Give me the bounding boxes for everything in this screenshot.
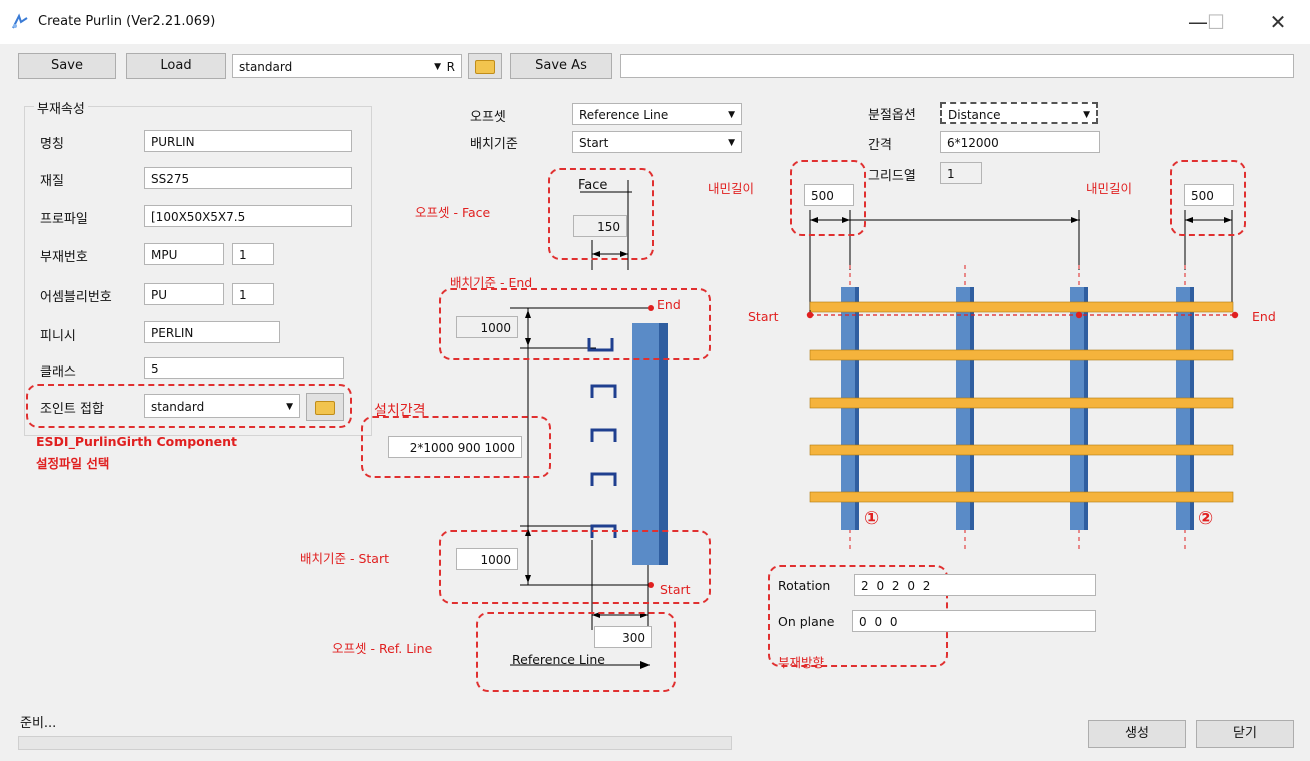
close-icon: ✕ (1269, 10, 1287, 34)
inner-left-field[interactable]: 500 (804, 184, 854, 206)
maximize-icon: ☐ (1207, 10, 1225, 34)
interval-label: 간격 (868, 138, 892, 153)
rotation-field[interactable]: 2 0 2 0 2 (854, 574, 1096, 596)
basis-value: Start (579, 136, 609, 150)
offset-label: 오프셋 (470, 110, 506, 125)
chevron-down-icon: ▼ (434, 62, 441, 72)
spacing-field[interactable]: 2*1000 900 1000 (388, 436, 522, 458)
basis-start-annotation: 배치기준 - Start (300, 551, 389, 566)
rotation-label: Rotation (778, 578, 831, 593)
close-window-button[interactable]: ✕ (1255, 6, 1301, 38)
part-start-field[interactable]: 1 (232, 243, 274, 265)
app-icon (12, 13, 28, 29)
start-distance-field[interactable]: 1000 (456, 548, 518, 570)
joint-value: standard (151, 400, 205, 414)
grid-number-1: ① (864, 508, 880, 529)
inner-length-right-annotation: 내민길이 (1086, 181, 1133, 196)
create-button[interactable]: 생성 (1088, 720, 1186, 748)
ref-line-title: Reference Line (512, 652, 605, 667)
member-direction-annotation: 부재방향 (778, 655, 825, 670)
status-text: 준비... (20, 716, 57, 731)
offset-face-annotation: 오프셋 - Face (415, 205, 491, 220)
folder-icon (475, 60, 495, 74)
start-marker-label: Start (660, 582, 691, 597)
basis-label: 배치기준 (470, 137, 518, 152)
folder-icon (315, 401, 335, 415)
chevron-down-icon: ▼ (728, 110, 735, 120)
ref-offset-field[interactable]: 300 (594, 626, 652, 648)
profile-label: 프로파일 (40, 212, 88, 227)
onplane-field[interactable]: 0 0 0 (852, 610, 1096, 632)
name-label: 명칭 (40, 137, 64, 152)
part-number-label: 부재번호 (40, 250, 88, 265)
split-start-marker: Start (748, 309, 779, 324)
window-title: Create Purlin (Ver2.21.069) (38, 14, 216, 29)
offset-combo[interactable]: Reference Line ▼ (572, 103, 742, 125)
split-option-combo[interactable]: Distance ▼ (940, 102, 1098, 124)
material-field[interactable]: SS275 (144, 167, 352, 189)
interval-field[interactable]: 6*12000 (940, 131, 1100, 153)
grid-number-2: ② (1198, 508, 1214, 529)
chevron-down-icon: ▼ (286, 402, 293, 412)
chevron-down-icon: ▼ (1083, 110, 1090, 120)
offset-value: Reference Line (579, 108, 669, 122)
preset-value: standard (239, 60, 293, 74)
preset-suffix: R (446, 60, 455, 74)
assembly-number-label: 어셈블리번호 (40, 290, 112, 305)
joint-label: 조인트 접합 (40, 402, 104, 417)
basis-combo[interactable]: Start ▼ (572, 131, 742, 153)
properties-group-title: 부재속성 (34, 98, 88, 117)
chevron-down-icon: ▼ (728, 138, 735, 148)
save-button[interactable]: Save (18, 53, 116, 79)
preset-folder-button[interactable] (468, 53, 502, 79)
profile-field[interactable]: [100X50X5X7.5 (144, 205, 352, 227)
component-annotation-2: 설정파일 선택 (36, 456, 110, 471)
assembly-start-field[interactable]: 1 (232, 283, 274, 305)
class-field[interactable]: 5 (144, 357, 344, 379)
face-highlight (548, 168, 654, 260)
end-distance-field[interactable]: 1000 (456, 316, 518, 338)
offset-ref-annotation: 오프셋 - Ref. Line (332, 641, 433, 656)
split-option-label: 분절옵션 (868, 108, 916, 123)
preset-combo[interactable]: standard ▼ R (232, 54, 462, 78)
split-end-marker: End (1252, 309, 1276, 324)
split-option-value: Distance (948, 108, 1001, 122)
part-prefix-field[interactable]: MPU (144, 243, 224, 265)
inner-right-field[interactable]: 500 (1184, 184, 1234, 206)
finish-label: 피니시 (40, 329, 76, 344)
material-label: 재질 (40, 174, 64, 189)
assembly-prefix-field[interactable]: PU (144, 283, 224, 305)
finish-field[interactable]: PERLIN (144, 321, 280, 343)
end-marker-label: End (657, 297, 681, 312)
onplane-label: On plane (778, 614, 835, 629)
save-as-name-input[interactable] (620, 54, 1294, 78)
joint-combo[interactable]: standard ▼ (144, 394, 300, 418)
load-button[interactable]: Load (126, 53, 226, 79)
component-annotation-1: ESDI_PurlinGirth Component (36, 434, 238, 449)
name-field[interactable]: PURLIN (144, 130, 352, 152)
joint-folder-button[interactable] (306, 393, 344, 421)
inner-length-left-annotation: 내민길이 (708, 181, 755, 196)
class-label: 클래스 (40, 365, 76, 380)
close-button[interactable]: 닫기 (1196, 720, 1294, 748)
progress-bar (18, 736, 732, 750)
save-as-button[interactable]: Save As (510, 53, 612, 79)
maximize-button[interactable]: ☐ (1193, 6, 1239, 38)
